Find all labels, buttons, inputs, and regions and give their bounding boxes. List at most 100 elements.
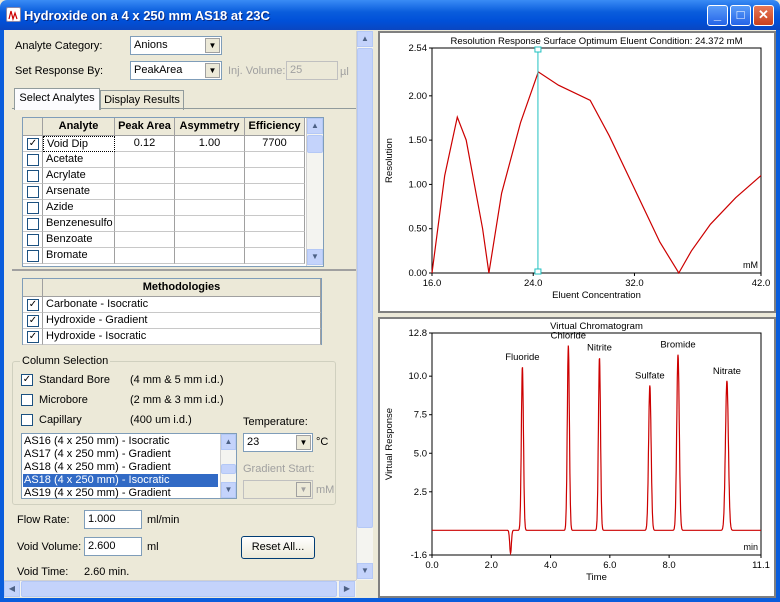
row-checkbox[interactable]	[23, 200, 43, 216]
table-cell[interactable]: Benzenesulfo	[43, 216, 115, 232]
table-row[interactable]: Benzoate	[23, 232, 305, 248]
scroll-up-icon[interactable]: ▲	[357, 31, 373, 47]
scroll-thumb[interactable]	[221, 464, 236, 474]
column-list-item[interactable]: AS19 (4 x 250 mm) - Gradient	[23, 487, 218, 500]
row-checkbox[interactable]: ✓	[23, 297, 43, 313]
table-cell[interactable]	[175, 216, 245, 232]
table-cell[interactable]	[175, 168, 245, 184]
checkbox-empty[interactable]	[27, 234, 39, 246]
table-cell[interactable]: Acrylate	[43, 168, 115, 184]
table-cell[interactable]: Acetate	[43, 152, 115, 168]
table-cell[interactable]	[245, 232, 305, 248]
checkbox-empty[interactable]	[27, 218, 39, 230]
scroll-right-icon[interactable]: ▶	[339, 581, 355, 597]
scroll-thumb[interactable]	[307, 135, 323, 153]
reset-all-button[interactable]: Reset All...	[241, 536, 315, 559]
table-cell[interactable]	[115, 200, 175, 216]
table-row[interactable]: Azide	[23, 200, 305, 216]
checkbox-empty[interactable]	[21, 394, 33, 406]
table-cell[interactable]: Void Dip	[43, 136, 115, 152]
row-checkbox[interactable]	[23, 152, 43, 168]
table-row[interactable]: Benzenesulfo	[23, 216, 305, 232]
list-item[interactable]: ✓ Hydroxide - Gradient	[23, 313, 321, 329]
table-cell[interactable]	[245, 216, 305, 232]
table-cell[interactable]	[115, 152, 175, 168]
column-list-item[interactable]: AS17 (4 x 250 mm) - Gradient	[23, 448, 218, 461]
table-cell[interactable]: Bromate	[43, 248, 115, 264]
tab-select-analytes[interactable]: Select Analytes	[14, 88, 100, 110]
scroll-down-icon[interactable]: ▼	[221, 482, 236, 498]
temperature-select[interactable]: 23 ▼	[243, 433, 313, 452]
gradient-start-select[interactable]: ▼	[243, 480, 313, 499]
list-item[interactable]: ✓ Carbonate - Isocratic	[23, 297, 321, 313]
splitter[interactable]	[12, 269, 356, 271]
row-checkbox[interactable]	[23, 248, 43, 264]
table-cell[interactable]: Azide	[43, 200, 115, 216]
title-bar[interactable]: Hydroxide on a 4 x 250 mm AS18 at 23C _ …	[0, 0, 780, 30]
checkmark-icon[interactable]: ✓	[21, 374, 33, 386]
column-list-item[interactable]: AS18 (4 x 250 mm) - Gradient	[23, 461, 218, 474]
chevron-down-icon[interactable]: ▼	[296, 482, 311, 497]
row-checkbox[interactable]	[23, 168, 43, 184]
scroll-thumb[interactable]	[21, 581, 337, 597]
checkbox-empty[interactable]	[27, 186, 39, 198]
scroll-down-icon[interactable]: ▼	[307, 249, 323, 265]
column-listbox[interactable]: AS16 (4 x 250 mm) - Isocratic AS17 (4 x 2…	[21, 433, 237, 499]
resolution-chart[interactable]: Resolution Response Surface Optimum Elue…	[380, 33, 774, 311]
column-header-methodologies[interactable]: Methodologies	[43, 279, 321, 297]
scroll-up-icon[interactable]: ▲	[221, 434, 236, 450]
column-header-peak-area[interactable]: Peak Area	[115, 118, 175, 136]
table-cell[interactable]	[245, 152, 305, 168]
table-row[interactable]: Acetate	[23, 152, 305, 168]
optimum-marker-handle[interactable]	[534, 268, 542, 275]
column-header-analyte[interactable]: Analyte	[43, 118, 115, 136]
column-header-asymmetry[interactable]: Asymmetry	[175, 118, 245, 136]
table-cell[interactable]: Benzoate	[43, 232, 115, 248]
column-list-scrollbar[interactable]: ▲ ▼	[220, 434, 236, 498]
minimize-button[interactable]: _	[707, 5, 728, 26]
row-checkbox[interactable]	[23, 184, 43, 200]
left-pane-vscroll[interactable]: ▲ ▼	[356, 31, 373, 580]
table-cell[interactable]	[115, 184, 175, 200]
flow-rate-input[interactable]: 1.000	[84, 510, 142, 529]
table-cell[interactable]	[115, 216, 175, 232]
bore-option-label[interactable]: Standard Bore	[39, 374, 110, 386]
analyte-category-select[interactable]: Anions ▼	[130, 36, 222, 55]
checkbox-empty[interactable]	[27, 250, 39, 262]
table-cell[interactable]	[115, 232, 175, 248]
checkmark-icon[interactable]: ✓	[27, 315, 39, 327]
table-cell[interactable]	[175, 184, 245, 200]
checkmark-icon[interactable]: ✓	[27, 138, 39, 150]
chevron-down-icon[interactable]: ▼	[205, 38, 220, 53]
table-cell[interactable]	[245, 184, 305, 200]
checkbox-empty[interactable]	[27, 170, 39, 182]
scroll-up-icon[interactable]: ▲	[307, 118, 323, 134]
row-checkbox[interactable]: ✓	[23, 136, 43, 152]
table-cell[interactable]	[175, 152, 245, 168]
scroll-thumb[interactable]	[357, 48, 373, 528]
bore-option-label[interactable]: Microbore	[39, 394, 88, 406]
void-volume-input[interactable]: 2.600	[84, 537, 142, 556]
table-cell[interactable]	[245, 200, 305, 216]
maximize-button[interactable]: □	[730, 5, 751, 26]
bore-option-label[interactable]: Capillary	[39, 414, 82, 426]
list-item[interactable]: ✓ Hydroxide - Isocratic	[23, 329, 321, 345]
table-cell[interactable]: 7700	[245, 136, 305, 152]
table-cell[interactable]	[175, 232, 245, 248]
row-checkbox[interactable]: ✓	[23, 313, 43, 329]
checkmark-icon[interactable]: ✓	[27, 331, 39, 343]
inj-volume-input[interactable]: 25	[286, 61, 338, 80]
table-row[interactable]: ✓ Void Dip 0.12 1.00 7700	[23, 136, 305, 152]
scroll-down-icon[interactable]: ▼	[357, 563, 373, 579]
table-cell[interactable]	[115, 248, 175, 264]
left-pane-hscroll[interactable]: ◀ ▶	[4, 580, 356, 597]
column-list-item[interactable]: AS16 (4 x 250 mm) - Isocratic	[23, 435, 218, 448]
table-cell[interactable]: Arsenate	[43, 184, 115, 200]
analyte-table-scrollbar[interactable]: ▲ ▼	[306, 118, 323, 266]
methodology-name[interactable]: Carbonate - Isocratic	[43, 297, 321, 313]
chromatogram-chart[interactable]: Virtual Chromatogram-1.62.55.07.510.012.…	[380, 319, 774, 596]
chevron-down-icon[interactable]: ▼	[296, 435, 311, 450]
tab-display-results[interactable]: Display Results	[100, 90, 184, 110]
column-list-item[interactable]: AS18 (4 x 250 mm) - Isocratic	[23, 474, 218, 487]
table-row[interactable]: Arsenate	[23, 184, 305, 200]
